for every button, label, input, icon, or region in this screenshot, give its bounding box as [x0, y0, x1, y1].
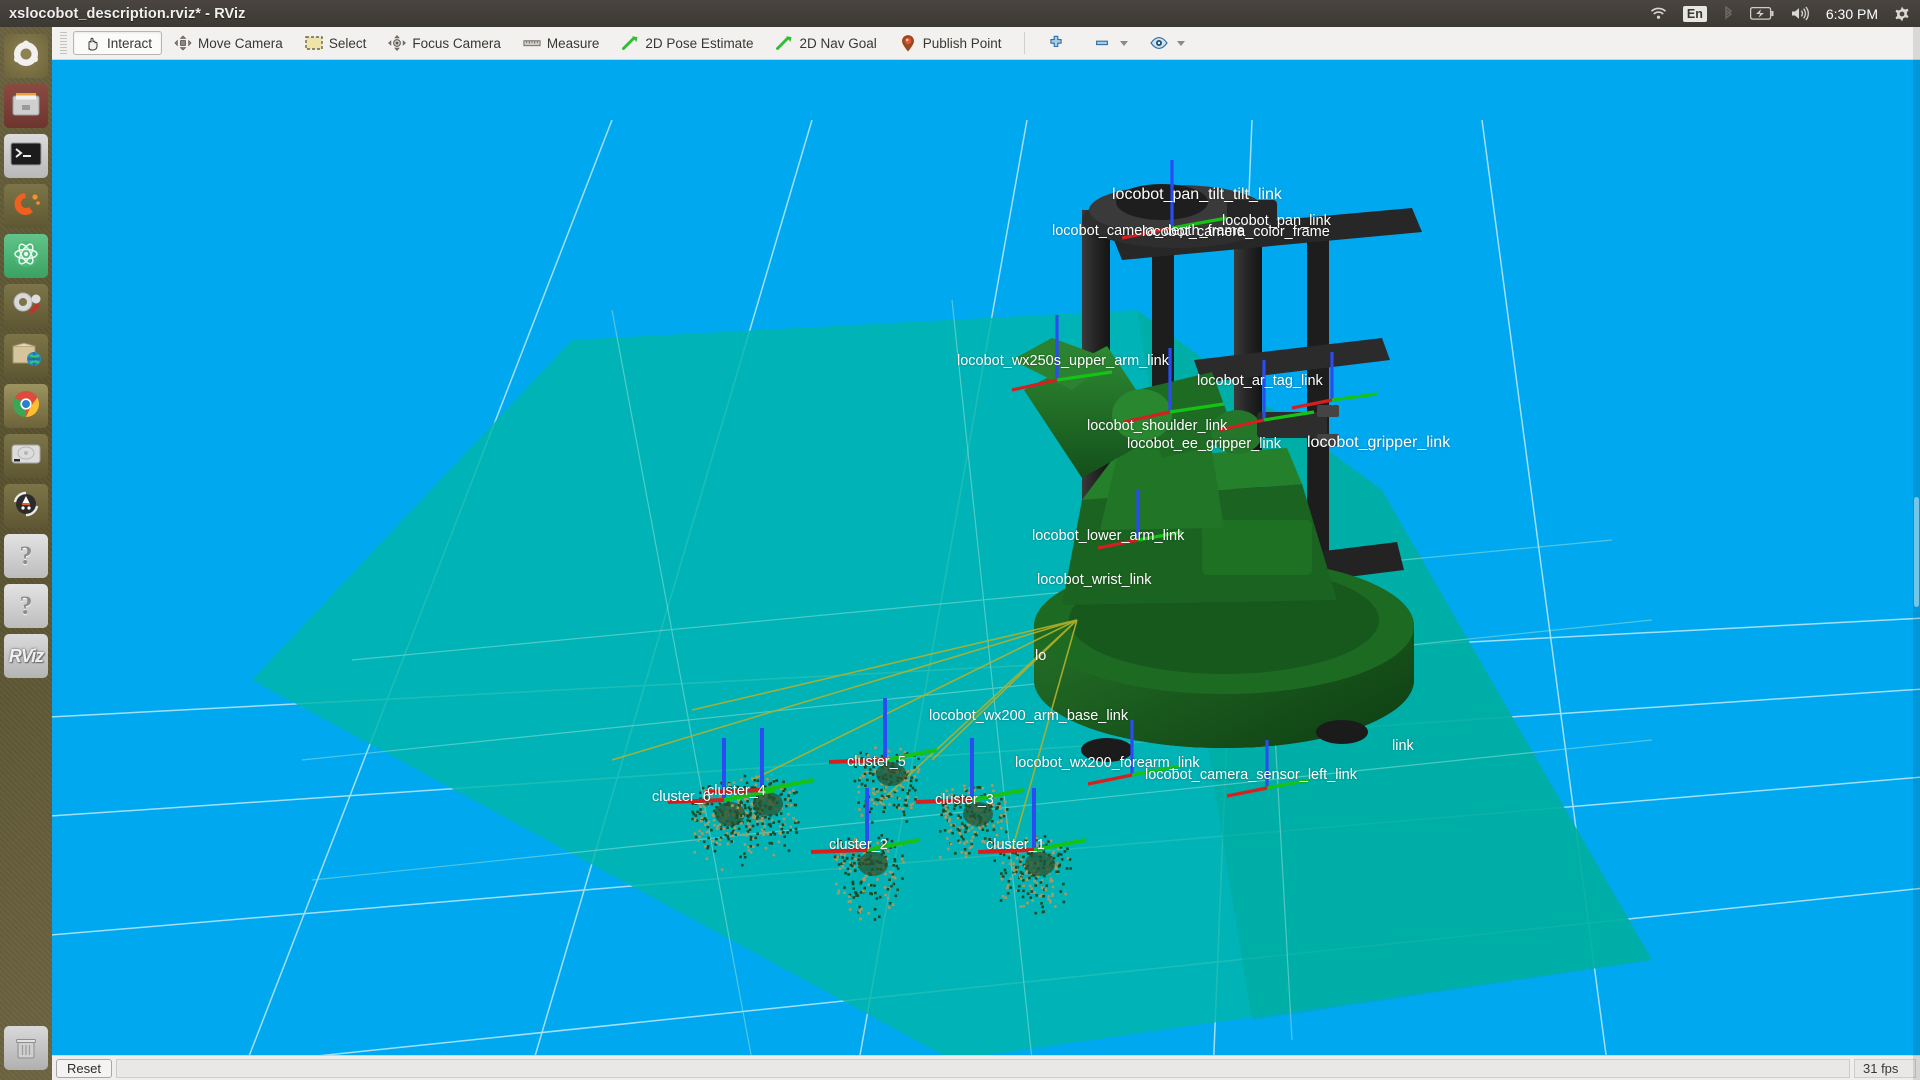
tool-visibility-button[interactable]: [1140, 31, 1195, 55]
green-arrow-icon: [775, 35, 793, 51]
tool-button-group: Interact Move Camera Select Focus Camera Mea…: [73, 31, 1012, 55]
reset-button[interactable]: Reset: [56, 1058, 112, 1078]
eye-icon: [1149, 35, 1168, 51]
focus-camera-tool[interactable]: Focus Camera: [378, 31, 511, 55]
chrome-icon[interactable]: [4, 384, 48, 428]
tf-axis-cluster_2: [810, 788, 920, 854]
window-title: xslocobot_description.rviz* - RViz: [9, 5, 246, 22]
files-icon[interactable]: [4, 84, 48, 128]
ubuntu-dash-icon-glyph: [11, 39, 41, 73]
hand-cursor-icon: [83, 35, 101, 51]
terminal-icon-glyph: [10, 142, 42, 170]
pose-estimate-tool-label: 2D Pose Estimate: [645, 35, 754, 51]
software-updater-icon-glyph: [11, 489, 41, 523]
rviz-status-bar: Reset 31 fps: [52, 1055, 1920, 1080]
ruler-icon: [523, 35, 541, 51]
help-icon-1[interactable]: ?: [4, 534, 48, 578]
pointcloud-clusters: [691, 746, 1072, 921]
trash-icon[interactable]: [4, 1026, 48, 1070]
system-tools-icon-glyph: [11, 290, 41, 322]
select-tool-label: Select: [328, 35, 367, 51]
software-center-icon-glyph: [11, 341, 41, 371]
rviz-main-window: Interact Move Camera Select Focus Camera Mea…: [52, 27, 1920, 1080]
publish-point-tool-label: Publish Point: [922, 35, 1002, 51]
question-mark-glyph: ?: [19, 541, 33, 570]
sensor-rays: [611, 619, 1078, 851]
terminal-icon[interactable]: [4, 134, 48, 178]
launcher-dock: ?? RViz: [0, 27, 52, 678]
select-tool[interactable]: Select: [295, 31, 377, 55]
system-tray: En 6:30 PM: [1650, 4, 1920, 24]
toolbar-separator: [1023, 32, 1025, 54]
tf-axis-cluster_5: [828, 698, 938, 764]
focus-camera-icon: [388, 35, 407, 51]
help-icon-2[interactable]: ?: [4, 584, 48, 628]
toolbar-drag-handle[interactable]: [60, 32, 67, 54]
wifi-icon[interactable]: [1650, 4, 1667, 24]
battery-icon[interactable]: [1749, 4, 1774, 24]
rviz-3d-viewport[interactable]: locobot_pan_tilt_tilt_link locobot_pan_li…: [52, 60, 1920, 1055]
move-camera-icon: [174, 35, 192, 51]
rviz-logo-text: RViz: [8, 645, 44, 666]
move-camera-tool[interactable]: Move Camera: [164, 31, 293, 55]
desktop-scrollbar[interactable]: [1913, 27, 1920, 1080]
ubuntu-dash-icon[interactable]: [4, 34, 48, 78]
measure-tool[interactable]: Measure: [513, 31, 610, 55]
chrome-icon-glyph: [11, 389, 41, 423]
chevron-down-icon-2[interactable]: [1176, 40, 1185, 46]
green-arrow-icon: [621, 35, 639, 51]
disk-drive-icon[interactable]: [4, 434, 48, 478]
scrollbar-thumb[interactable]: [1914, 497, 1919, 607]
atom-editor-icon[interactable]: [4, 234, 48, 278]
unity-top-panel: xslocobot_description.rviz* - RViz En 6:…: [0, 0, 1920, 27]
tf-axis-cluster_3: [915, 738, 1025, 804]
plus-icon: [1047, 35, 1065, 51]
files-icon-glyph: [11, 91, 41, 121]
rviz-toolbar: Interact Move Camera Select Focus Camera Mea…: [52, 27, 1920, 60]
nav-goal-tool[interactable]: 2D Nav Goal: [765, 31, 886, 55]
question-mark-glyph: ?: [19, 591, 33, 620]
robot-camera-head: [1082, 184, 1277, 248]
pose-estimate-tool[interactable]: 2D Pose Estimate: [611, 31, 763, 55]
disk-drive-icon-glyph: [11, 442, 41, 470]
map-pin-icon: [899, 34, 917, 51]
system-menu-icon[interactable]: [1894, 4, 1910, 24]
volume-icon[interactable]: [1790, 4, 1810, 24]
move-camera-tool-label: Move Camera: [198, 35, 283, 51]
status-message-field: [115, 1058, 1850, 1078]
chevron-down-icon[interactable]: [1119, 40, 1128, 46]
select-box-icon: [305, 35, 323, 51]
interact-tool[interactable]: Interact: [73, 31, 163, 55]
atom-editor-icon-glyph: [11, 239, 41, 273]
software-updater-icon[interactable]: [4, 484, 48, 528]
gazebo-icon-glyph: [11, 190, 41, 222]
remove-tool-button[interactable]: [1083, 31, 1138, 55]
system-tools-icon[interactable]: [4, 284, 48, 328]
fps-indicator: 31 fps: [1854, 1058, 1916, 1078]
interact-tool-label: Interact: [107, 35, 153, 51]
unity-launcher: ?? RViz: [0, 27, 52, 1080]
focus-camera-tool-label: Focus Camera: [412, 35, 501, 51]
rviz-icon[interactable]: RViz: [4, 634, 48, 678]
nav-goal-tool-label: 2D Nav Goal: [799, 35, 877, 51]
keyboard-layout-indicator[interactable]: En: [1682, 5, 1707, 22]
software-center-icon[interactable]: [4, 334, 48, 378]
robot-model: [611, 160, 1422, 921]
add-tool-button[interactable]: [1037, 31, 1081, 55]
bluetooth-icon[interactable]: [1723, 4, 1734, 24]
gazebo-icon[interactable]: [4, 184, 48, 228]
minus-icon: [1093, 35, 1111, 51]
measure-tool-label: Measure: [546, 35, 600, 51]
publish-point-tool[interactable]: Publish Point: [889, 31, 1012, 55]
clock[interactable]: 6:30 PM: [1826, 6, 1878, 22]
